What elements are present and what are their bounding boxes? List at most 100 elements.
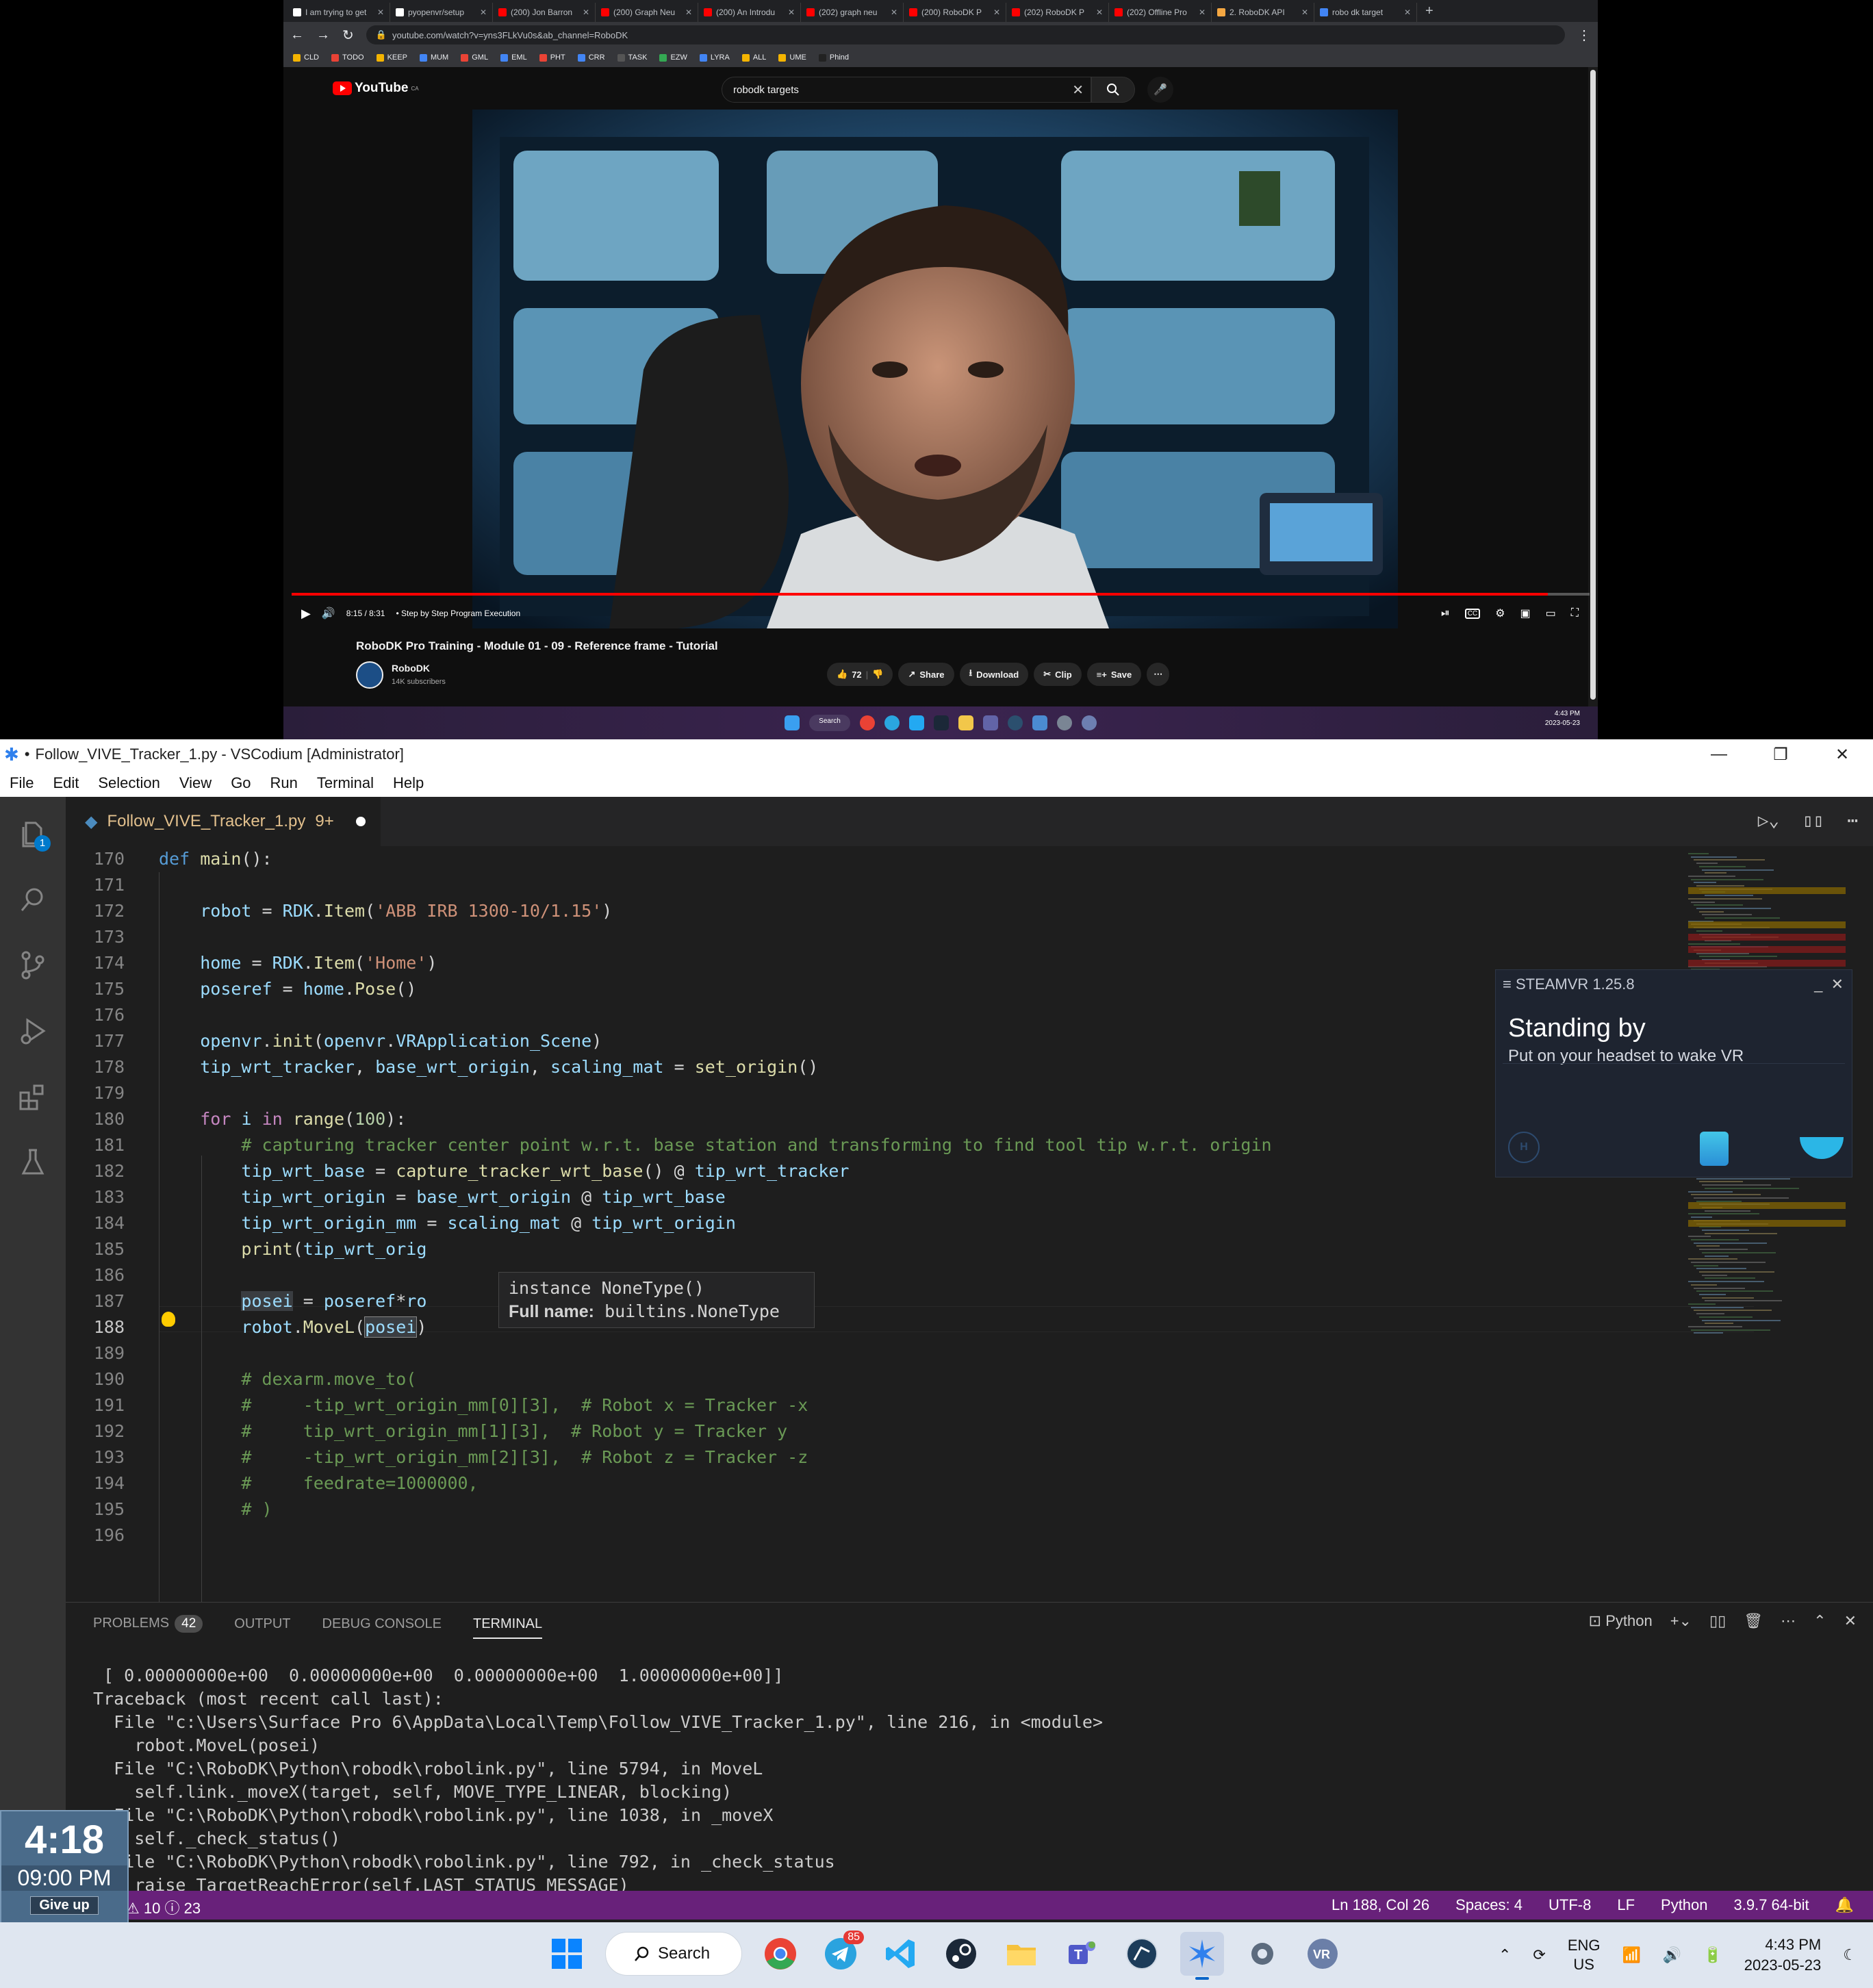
menu-item-edit[interactable]: Edit xyxy=(53,774,79,792)
more-actions-button[interactable]: ⋯ xyxy=(1147,663,1170,686)
indentation[interactable]: Spaces: 4 xyxy=(1455,1896,1522,1914)
youtube-search-button[interactable] xyxy=(1091,77,1135,103)
autoplay-toggle[interactable]: ⏯ xyxy=(1441,607,1450,620)
notifications-bell-icon[interactable]: 🔔 xyxy=(1835,1896,1854,1914)
maximize-panel-icon[interactable]: ⌃ xyxy=(1813,1612,1826,1630)
tab-terminal[interactable]: TERMINAL xyxy=(473,1616,543,1639)
close-tab-icon[interactable]: ✕ xyxy=(685,8,692,17)
menu-item-terminal[interactable]: Terminal xyxy=(317,774,374,792)
inner-search[interactable]: Search xyxy=(809,715,850,731)
close-tab-icon[interactable]: ✕ xyxy=(993,8,1000,17)
share-button[interactable]: ↗ Share xyxy=(898,663,954,686)
language-indicator[interactable]: ENG US xyxy=(1568,1936,1601,1974)
fullscreen-icon[interactable]: ⛶ xyxy=(1571,607,1579,620)
terminal-profile[interactable]: ⊡ Python xyxy=(1589,1612,1653,1630)
steamvr-icon[interactable]: VR xyxy=(1301,1932,1345,1976)
telegram-icon[interactable]: 85 xyxy=(819,1930,864,1976)
reload-icon[interactable]: ↻ xyxy=(342,27,354,44)
thumbs-down-icon[interactable]: 👎 xyxy=(872,669,883,680)
unsaved-dot-icon[interactable] xyxy=(355,817,366,826)
more-actions-icon[interactable]: ⋯ xyxy=(1847,811,1858,831)
browser-tab[interactable]: (200) An Introdu ✕ xyxy=(698,3,801,22)
chevron-up-icon[interactable]: ⌃ xyxy=(1499,1946,1511,1964)
minimize-icon[interactable]: _ xyxy=(1814,976,1822,993)
run-debug-icon[interactable] xyxy=(16,1015,49,1047)
telegram-icon[interactable] xyxy=(884,715,900,730)
bookmark-item[interactable]: PHT xyxy=(539,53,565,62)
scrollbar-thumb[interactable] xyxy=(1590,70,1596,700)
close-tab-icon[interactable]: ✕ xyxy=(1404,8,1411,17)
url-field[interactable]: 🔒 youtube.com/watch?v=yns3FLkVu0s&ab_chan… xyxy=(366,25,1565,44)
bookmark-item[interactable]: LYRA xyxy=(699,53,730,62)
sync-icon[interactable]: ⟳ xyxy=(1533,1946,1545,1964)
teams-icon[interactable]: T xyxy=(1060,1932,1104,1976)
bookmark-item[interactable]: GML xyxy=(461,53,488,62)
eol[interactable]: LF xyxy=(1617,1896,1635,1914)
browser-tab[interactable]: pyopenvr/setup ✕ xyxy=(390,3,493,22)
play-icon[interactable]: ▶ xyxy=(301,607,311,621)
close-icon[interactable]: ✕ xyxy=(1831,976,1844,993)
browser-tab[interactable]: (200) Jon Barron ✕ xyxy=(493,3,596,22)
steamvr-icon[interactable] xyxy=(1081,715,1097,730)
back-icon[interactable]: ← xyxy=(290,27,304,43)
browser-tab[interactable]: (202) Offline Pro ✕ xyxy=(1109,3,1212,22)
trash-icon[interactable]: 🗑 xyxy=(1744,1612,1763,1630)
robodk-icon[interactable] xyxy=(1120,1932,1164,1976)
battery-icon[interactable]: 🔋 xyxy=(1703,1946,1722,1964)
run-python-icon[interactable]: ▷⌄ xyxy=(1758,811,1779,831)
search-icon[interactable] xyxy=(16,883,49,916)
folder-icon[interactable] xyxy=(958,715,973,730)
close-tab-icon[interactable]: ✕ xyxy=(1199,8,1206,17)
windows-start-icon[interactable] xyxy=(545,1932,589,1976)
browser-tab[interactable]: (202) RoboDK P ✕ xyxy=(1006,3,1109,22)
robodk-icon[interactable] xyxy=(1007,715,1023,730)
browser-tab[interactable]: robo dk target ✕ xyxy=(1314,3,1417,22)
close-tab-icon[interactable]: ✕ xyxy=(377,8,384,17)
save-button[interactable]: ≡+ Save xyxy=(1086,663,1142,686)
file-explorer-icon[interactable] xyxy=(999,1932,1043,1976)
language-mode[interactable]: Python xyxy=(1661,1896,1708,1914)
more-icon[interactable]: ⋯ xyxy=(1781,1612,1796,1630)
captions-icon[interactable]: CC xyxy=(1464,608,1481,619)
bookmark-item[interactable]: KEEP xyxy=(376,53,407,62)
teams-icon[interactable] xyxy=(982,715,998,730)
status-left[interactable]: ⚠ 10 ⓘ 23 xyxy=(126,1896,201,1918)
give-up-button[interactable]: Give up xyxy=(30,1896,99,1915)
code-editor[interactable]: 170 171 172 173 174 175 176 177 178 179 180 181 182 1… xyxy=(66,846,1873,1602)
bookmark-item[interactable]: UME xyxy=(778,53,806,62)
settings-icon[interactable] xyxy=(1240,1932,1284,1976)
vscodium-icon[interactable] xyxy=(1180,1932,1224,1980)
page-scrollbar[interactable] xyxy=(1588,67,1598,706)
split-terminal-icon[interactable]: ▯▯ xyxy=(1709,1612,1726,1630)
settings-icon[interactable]: ⚙ xyxy=(1495,607,1505,620)
tab-problems[interactable]: PROBLEMS 42 xyxy=(93,1615,203,1633)
taskbar-clock[interactable]: 4:43 PM 2023-05-23 xyxy=(1744,1935,1822,1976)
explorer-icon[interactable]: 1 xyxy=(16,817,51,852)
new-terminal-icon[interactable]: +⌄ xyxy=(1670,1612,1692,1630)
bookmark-item[interactable]: TODO xyxy=(331,53,364,62)
browser-tab[interactable]: I am trying to get ✕ xyxy=(288,3,390,22)
bookmark-item[interactable]: TASK xyxy=(617,53,647,62)
menu-item-file[interactable]: File xyxy=(10,774,34,792)
miniplayer-icon[interactable]: ▣ xyxy=(1520,607,1531,620)
close-tab-icon[interactable]: ✕ xyxy=(1301,8,1308,17)
channel-name[interactable]: RoboDK xyxy=(392,663,430,674)
testing-flask-icon[interactable] xyxy=(16,1146,49,1179)
bookmark-item[interactable]: ALL xyxy=(741,53,766,62)
bookmark-item[interactable]: EZW xyxy=(659,53,687,62)
close-tab-icon[interactable]: ✕ xyxy=(480,8,487,17)
windows-start-icon[interactable] xyxy=(785,715,800,730)
clip-button[interactable]: ✂ Clip xyxy=(1034,663,1082,686)
bookmark-item[interactable]: MUM xyxy=(419,53,448,62)
settings-app-icon[interactable] xyxy=(1056,715,1072,730)
close-tab-icon[interactable]: ✕ xyxy=(891,8,897,17)
minimize-icon[interactable]: — xyxy=(1688,739,1750,769)
wifi-icon[interactable]: 📶 xyxy=(1622,1946,1641,1964)
tab-follow-vive-tracker[interactable]: ◆ Follow_VIVE_Tracker_1.py 9+ xyxy=(66,797,381,846)
extensions-icon[interactable]: ⋮ xyxy=(1577,27,1591,44)
focus-moon-icon[interactable]: ☾ xyxy=(1843,1946,1857,1964)
source-control-icon[interactable] xyxy=(16,949,49,982)
speaker-icon[interactable]: 🔊 xyxy=(1663,1946,1681,1964)
menu-item-selection[interactable]: Selection xyxy=(98,774,160,792)
youtube-logo[interactable]: YouTube CA xyxy=(333,81,419,96)
